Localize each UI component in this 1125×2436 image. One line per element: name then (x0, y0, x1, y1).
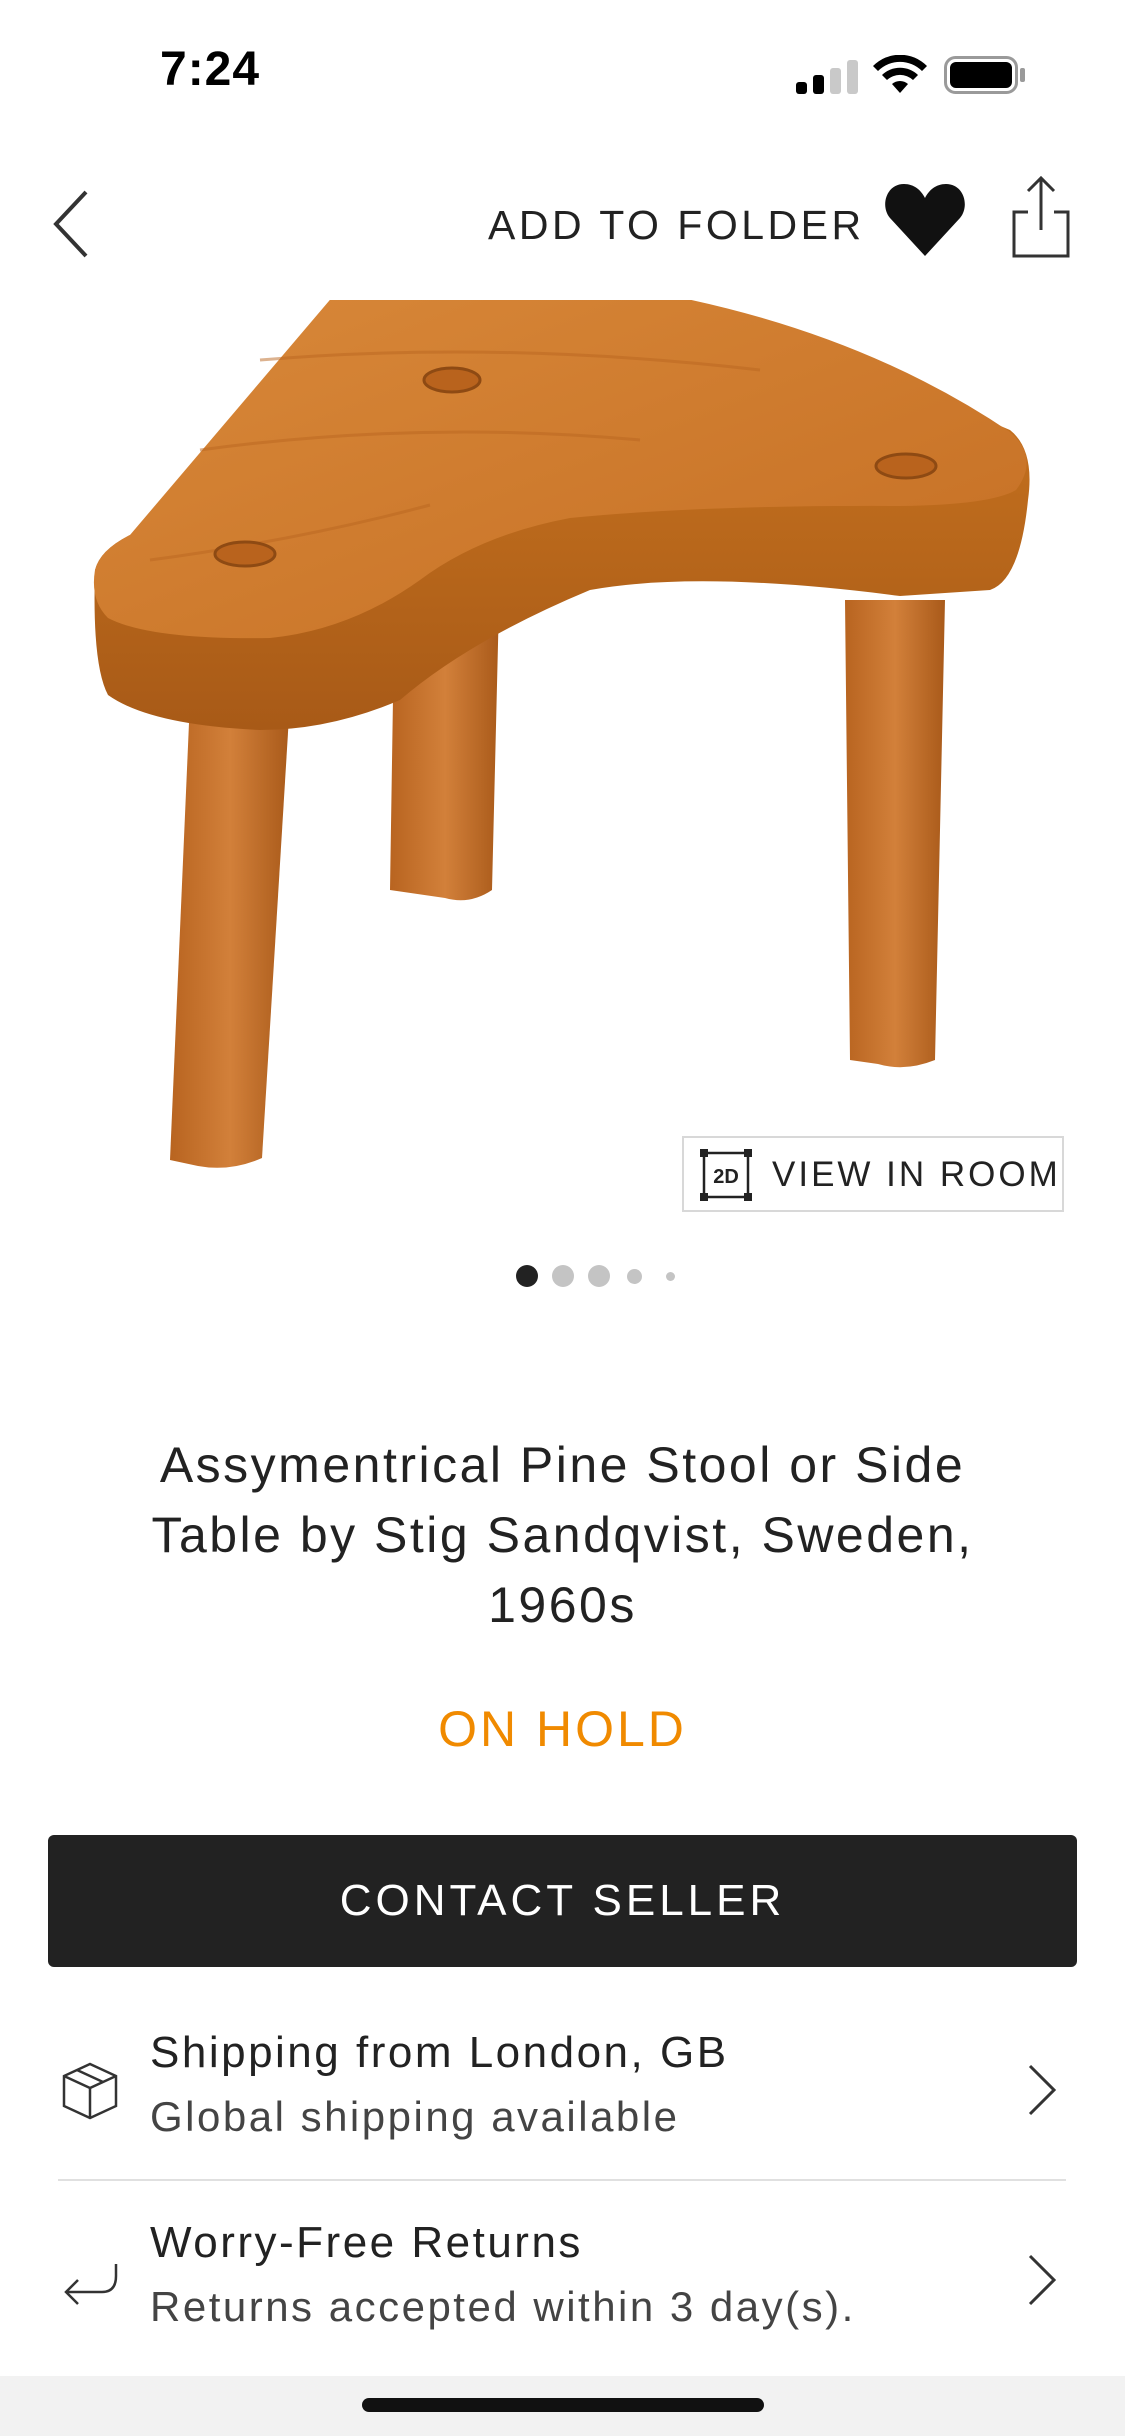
pager-dot[interactable] (627, 1269, 642, 1284)
product-image-stool[interactable] (0, 300, 1125, 1200)
view-2d-icon: 2D (700, 1149, 752, 1201)
returns-subtitle: Returns accepted within 3 day(s). (150, 2283, 856, 2330)
shipping-subtitle: Global shipping available (150, 2093, 680, 2140)
package-box-icon (62, 2062, 118, 2120)
returns-row[interactable]: Worry-Free Returns Returns accepted with… (0, 2190, 1125, 2370)
contact-seller-label: CONTACT SELLER (339, 1876, 786, 1925)
back-chevron-icon[interactable] (46, 184, 106, 264)
share-icon[interactable] (1010, 174, 1072, 260)
chevron-right-icon (1028, 2064, 1057, 2116)
returns-title: Worry-Free Returns (150, 2218, 583, 2267)
status-badge: ON HOLD (438, 1701, 687, 1757)
view-in-room-label: VIEW IN ROOM (772, 1155, 1061, 1194)
divider (58, 2179, 1066, 2181)
contact-seller-button[interactable]: CONTACT SELLER (48, 1835, 1077, 1967)
return-arrow-icon (64, 2264, 118, 2305)
pager-dot[interactable] (666, 1272, 675, 1281)
product-detail-screen: 7:24 ADD TO FOLDER 2D VIEW IN ROOM Assym… (0, 0, 1125, 2436)
wifi-icon (873, 55, 927, 93)
view-in-room-button[interactable]: 2D VIEW IN ROOM (682, 1136, 1064, 1212)
status-bar: 7:24 (0, 0, 1125, 150)
pager-dot-active[interactable] (516, 1265, 538, 1287)
view-2d-icon-text: 2D (713, 1166, 739, 1188)
battery-icon (944, 56, 1025, 94)
pager-dot[interactable] (588, 1265, 610, 1287)
pager-dot[interactable] (552, 1265, 574, 1287)
cellular-signal-icon (796, 60, 858, 94)
product-title: Assymentrical Pine Stool or Side Table b… (151, 1437, 974, 1633)
home-indicator[interactable] (362, 2398, 764, 2412)
shipping-row[interactable]: Shipping from London, GB Global shipping… (0, 2000, 1125, 2180)
status-time: 7:24 (160, 43, 261, 96)
top-nav: ADD TO FOLDER (0, 170, 1125, 280)
heart-filled-icon[interactable] (882, 178, 968, 264)
shipping-title: Shipping from London, GB (150, 2028, 729, 2077)
image-pager (0, 1265, 1125, 1289)
add-to-folder-button[interactable]: ADD TO FOLDER (488, 202, 865, 249)
chevron-right-icon (1028, 2254, 1057, 2306)
